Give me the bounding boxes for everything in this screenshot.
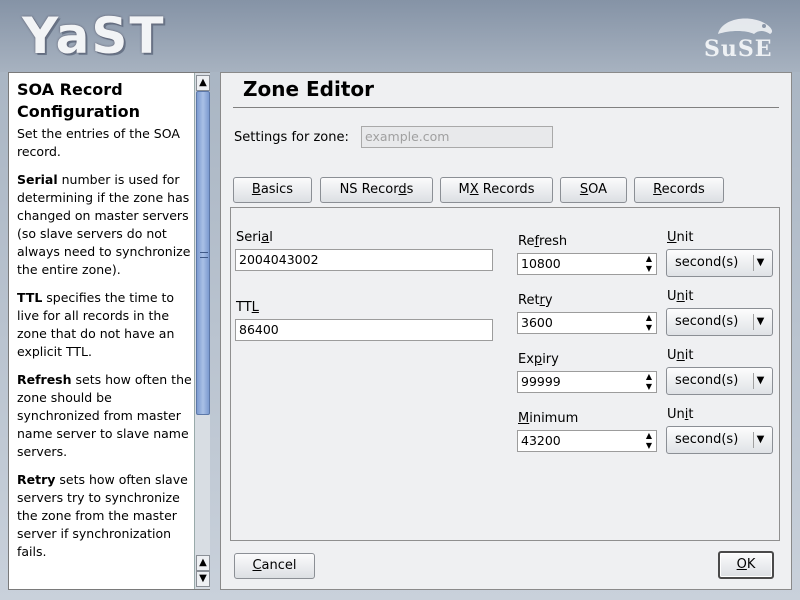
dropdown-arrow-icon: ▼ [753, 314, 767, 330]
spin-arrows-icon[interactable]: ▲ ▼ [642, 372, 656, 392]
spin-arrows-icon[interactable]: ▲ ▼ [642, 313, 656, 333]
help-panel: SOA Record Configuration Set the entries… [8, 72, 210, 590]
title-divider [233, 107, 779, 108]
dropdown-arrow-icon: ▼ [753, 432, 767, 448]
ttl-input[interactable]: 86400 [235, 319, 493, 341]
retry-unit-label: Unit [667, 289, 694, 304]
scroll-up-button[interactable]: ▲ [196, 75, 210, 91]
top-banner: YaST SuSE [0, 0, 800, 72]
yast-logo: YaST [22, 7, 166, 65]
help-text: SOA Record Configuration Set the entries… [9, 73, 193, 589]
retry-label: Retry [518, 293, 553, 308]
minimum-spinbox[interactable]: 43200 ▲ ▼ [517, 430, 657, 452]
serial-input[interactable]: 2004043002 [235, 249, 493, 271]
serial-label: Serial [236, 230, 273, 245]
arrow-down-icon: ▼ [199, 573, 207, 584]
scroll-thumb[interactable] [196, 91, 210, 415]
tab-mx-records[interactable]: MX Records [440, 177, 553, 203]
zone-editor-panel: Zone Editor Settings for zone: example.c… [220, 72, 792, 590]
suse-logo: SuSE [700, 8, 784, 64]
spin-arrows-icon[interactable]: ▲ ▼ [642, 254, 656, 274]
help-item-retry: Retry sets how often slave servers try t… [17, 472, 188, 559]
retry-unit-select[interactable]: second(s) ▼ [666, 308, 773, 336]
help-item-refresh: Refresh sets how often the zone should b… [17, 372, 192, 459]
zone-label: Settings for zone: [234, 130, 349, 145]
cancel-button[interactable]: Cancel [234, 553, 315, 579]
page-title: Zone Editor [243, 77, 375, 101]
expiry-label: Expiry [518, 352, 559, 367]
zone-input: example.com [361, 126, 553, 148]
refresh-label: Refresh [518, 234, 568, 249]
help-item-ttl: TTL specifies the time to live for all r… [17, 290, 175, 359]
dropdown-arrow-icon: ▼ [753, 373, 767, 389]
minimum-unit-select[interactable]: second(s) ▼ [666, 426, 773, 454]
refresh-unit-label: Unit [667, 230, 694, 245]
tab-soa[interactable]: SOA [560, 177, 627, 203]
refresh-unit-select[interactable]: second(s) ▼ [666, 249, 773, 277]
ok-button[interactable]: OK [718, 551, 774, 579]
soa-settings-frame: Serial 2004043002 TTL 86400 Refresh 1080… [230, 207, 780, 541]
help-item-serial: Serial number is used for determining if… [17, 172, 191, 277]
tab-basics[interactable]: Basics [233, 177, 312, 203]
refresh-spinbox[interactable]: 10800 ▲ ▼ [517, 253, 657, 275]
tab-records[interactable]: Records [634, 177, 724, 203]
arrow-up-icon: ▲ [199, 77, 207, 88]
expiry-unit-select[interactable]: second(s) ▼ [666, 367, 773, 395]
arrow-up-icon: ▲ [199, 557, 207, 568]
help-title: SOA Record Configuration [17, 80, 141, 121]
spin-arrows-icon[interactable]: ▲ ▼ [642, 431, 656, 451]
help-scrollbar[interactable]: ▲ ▲ ▼ [194, 73, 210, 589]
dropdown-arrow-icon: ▼ [753, 255, 767, 271]
help-intro: Set the entries of the SOA record. [17, 126, 180, 159]
expiry-spinbox[interactable]: 99999 ▲ ▼ [517, 371, 657, 393]
retry-spinbox[interactable]: 3600 ▲ ▼ [517, 312, 657, 334]
minimum-label: Minimum [518, 411, 579, 426]
scroll-up-button-bottom[interactable]: ▲ [196, 555, 210, 571]
ttl-label: TTL [236, 300, 259, 315]
expiry-unit-label: Unit [667, 348, 694, 363]
minimum-unit-label: Unit [667, 407, 694, 422]
grip-icon [200, 252, 208, 258]
scroll-down-button[interactable]: ▼ [196, 571, 210, 587]
tab-ns-records[interactable]: NS Records [320, 177, 433, 203]
